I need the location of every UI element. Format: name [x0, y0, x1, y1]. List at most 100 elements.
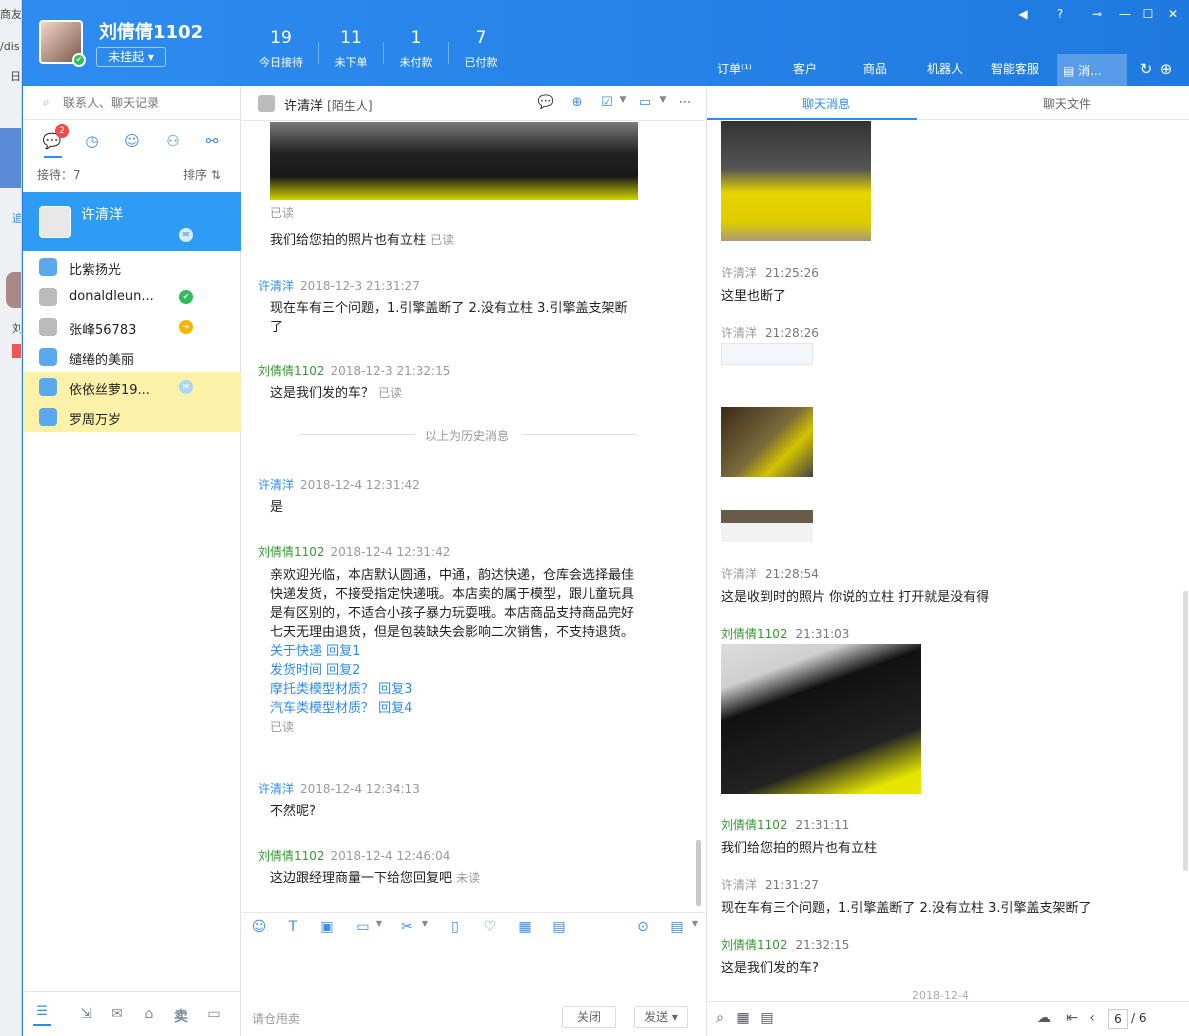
chevron-down-icon[interactable]: ▼ — [654, 95, 672, 113]
prev-page-icon[interactable]: ‹ — [1083, 1010, 1101, 1028]
avatar — [39, 288, 57, 306]
screenshot-thumbnail[interactable] — [721, 343, 813, 365]
record-icon[interactable]: ▤ — [668, 919, 686, 937]
search-box[interactable]: ⌕ — [23, 86, 241, 120]
maximize-icon[interactable]: ☐ — [1140, 6, 1156, 22]
send-button[interactable]: 发送 ▾ — [634, 1006, 688, 1028]
unread-status: 未读 — [456, 871, 481, 885]
font-icon[interactable]: T — [284, 919, 302, 937]
user-avatar[interactable]: ✔ — [39, 20, 86, 67]
status-dropdown[interactable]: 未挂起 ▾ — [96, 47, 166, 67]
quick-text: 请仓甩卖 — [252, 1012, 301, 1026]
tab-chat-files[interactable]: 聊天文件 — [1043, 95, 1091, 112]
clipboard-icon[interactable]: ▤ — [550, 919, 568, 937]
image-icon[interactable]: ▣ — [318, 919, 336, 937]
stat-not-ordered[interactable]: 11 未下单 — [317, 28, 385, 70]
stat-value: 11 — [340, 28, 362, 48]
message-text: 不然呢? — [270, 804, 316, 819]
minimize-icon[interactable]: — — [1117, 6, 1133, 22]
calculator-icon[interactable]: ▦ — [516, 919, 534, 937]
chat-bubble-icon[interactable]: 💬 — [537, 95, 555, 113]
cloud-icon[interactable]: ☁ — [1035, 1010, 1053, 1028]
nav-messages[interactable]: ▤ 消... — [1057, 54, 1127, 86]
bg-fragment: 刘 — [12, 322, 22, 335]
comment-icon[interactable]: ▤ — [758, 1010, 776, 1028]
read-status: 已读 — [270, 206, 295, 220]
chevron-down-icon[interactable]: ▼ — [370, 919, 388, 937]
close-icon[interactable]: ✕ — [1165, 6, 1181, 22]
search-icon: ⌕ — [43, 95, 50, 109]
pin-icon[interactable]: ⊸ — [1089, 6, 1105, 22]
quick-reply-link[interactable]: 关于快递 回复1 — [270, 642, 640, 661]
quick-phrase-icon[interactable]: ⊙ — [634, 919, 652, 937]
chevron-down-icon[interactable]: ▼ — [416, 919, 434, 937]
heart-icon[interactable]: ♡ — [481, 919, 499, 937]
message-text: 亲欢迎光临，本店默认圆通，中通，韵达快递，仓库会选择最佳快递发货，不接受指定快递… — [270, 566, 640, 737]
qianniu-window: ✔ 刘倩倩1102 未挂起 ▾ 19 今日接待 11 未下单 1 未付款 7 已付款 ◀… — [22, 0, 1189, 1036]
sell-icon[interactable]: 卖 — [172, 1006, 190, 1025]
nav-robot[interactable]: 机器人 — [927, 60, 963, 77]
stat-value: 19 — [270, 28, 292, 48]
stat-today[interactable]: 19 今日接待 — [247, 28, 315, 70]
stat-label: 今日接待 — [259, 56, 303, 69]
vibrate-icon[interactable]: ▯ — [446, 919, 464, 937]
stat-paid[interactable]: 7 已付款 — [447, 28, 515, 70]
chevron-down-icon[interactable]: ▼ — [686, 919, 704, 937]
nav-orders[interactable]: 订单⁽¹⁾ — [717, 60, 752, 77]
mail-icon[interactable]: ✉ — [108, 1006, 126, 1024]
photo-album-thumbnail[interactable] — [721, 510, 813, 542]
contact-item-active[interactable]: 许清洋 ✉ — [23, 192, 241, 251]
speaker-icon[interactable]: ◀ — [1015, 6, 1031, 22]
nav-smart-service[interactable]: 智能客服 — [991, 60, 1039, 77]
person-icon[interactable]: ☺ — [121, 130, 143, 152]
clock-icon[interactable]: ◷ — [81, 130, 103, 152]
chevron-down-icon[interactable]: ▼ — [614, 95, 632, 113]
add-icon[interactable]: ⊕ — [1158, 61, 1174, 77]
window-icon[interactable]: ▭ — [205, 1006, 223, 1024]
tab-chat-messages[interactable]: 聊天消息 — [802, 95, 850, 112]
search-icon[interactable]: ⌕ — [711, 1010, 729, 1028]
search-input[interactable] — [63, 94, 223, 112]
quick-reply-link[interactable]: 发货时间 回复2 — [270, 661, 640, 680]
calendar-icon[interactable]: ▦ — [734, 1010, 752, 1028]
more-icon[interactable]: ⋯ — [676, 95, 694, 113]
car-roof-photo[interactable] — [721, 644, 921, 794]
video-icon[interactable]: ▭ — [636, 95, 654, 113]
menu-icon[interactable]: ☰ — [33, 1004, 51, 1026]
chat-scrollbar[interactable] — [696, 840, 701, 906]
message-meta: 刘倩倩1102 21:31:11 — [721, 818, 850, 832]
car-engine-photo[interactable] — [721, 121, 871, 241]
group-icon[interactable]: ⚇ — [162, 130, 184, 152]
nav-products[interactable]: 商品 — [863, 60, 887, 77]
page-input[interactable]: 6 — [1108, 1009, 1128, 1029]
contact-item[interactable]: 依依丝萝19... ✉ — [23, 372, 241, 402]
export-icon[interactable]: ⇲ — [77, 1006, 95, 1024]
contact-item[interactable]: donaldleun... ✔ — [23, 282, 241, 312]
help-icon[interactable]: ? — [1052, 6, 1068, 22]
emoji-icon[interactable]: ☺ — [250, 919, 268, 937]
message-meta: 许清洋 21:28:54 — [721, 567, 819, 581]
history-scrollbar[interactable] — [1183, 591, 1188, 871]
close-button[interactable]: 关闭 — [562, 1006, 616, 1028]
contact-item[interactable]: 比紫扬光 — [23, 252, 241, 282]
message-text: 现在车有三个问题，1.引擎盖断了 2.没有立柱 3.引擎盖支架断了 — [270, 301, 628, 335]
shop-icon[interactable]: ⌂ — [140, 1006, 158, 1024]
scissors-icon[interactable]: ✂ — [398, 919, 416, 937]
stat-unpaid[interactable]: 1 未付款 — [382, 28, 450, 70]
car-box-photo[interactable] — [721, 407, 813, 477]
add-contact-icon[interactable]: ⊕ — [568, 95, 586, 113]
contact-item[interactable]: 缱绻的美丽 — [23, 342, 241, 372]
sort-button[interactable]: 排序 ⇅ — [183, 166, 221, 183]
car-photo[interactable] — [270, 122, 638, 200]
contact-item[interactable]: 张峰56783 ➔ — [23, 312, 241, 342]
quick-reply-link[interactable]: 摩托类模型材质？ 回复3 — [270, 680, 640, 699]
contact-item[interactable]: 罗周万岁 — [23, 402, 241, 432]
stat-label: 已付款 — [464, 56, 498, 69]
nav-customers[interactable]: 客户 — [793, 60, 817, 77]
chat-title: 许清洋 [陌生人] — [284, 95, 373, 114]
refresh-icon[interactable]: ↻ — [1138, 61, 1154, 77]
first-page-icon[interactable]: ⇤ — [1063, 1010, 1081, 1028]
bg-tag — [12, 344, 21, 358]
quick-reply-link[interactable]: 汽车类模型材质？ 回复4 — [270, 699, 640, 718]
org-icon[interactable]: ⚯ — [201, 130, 223, 152]
